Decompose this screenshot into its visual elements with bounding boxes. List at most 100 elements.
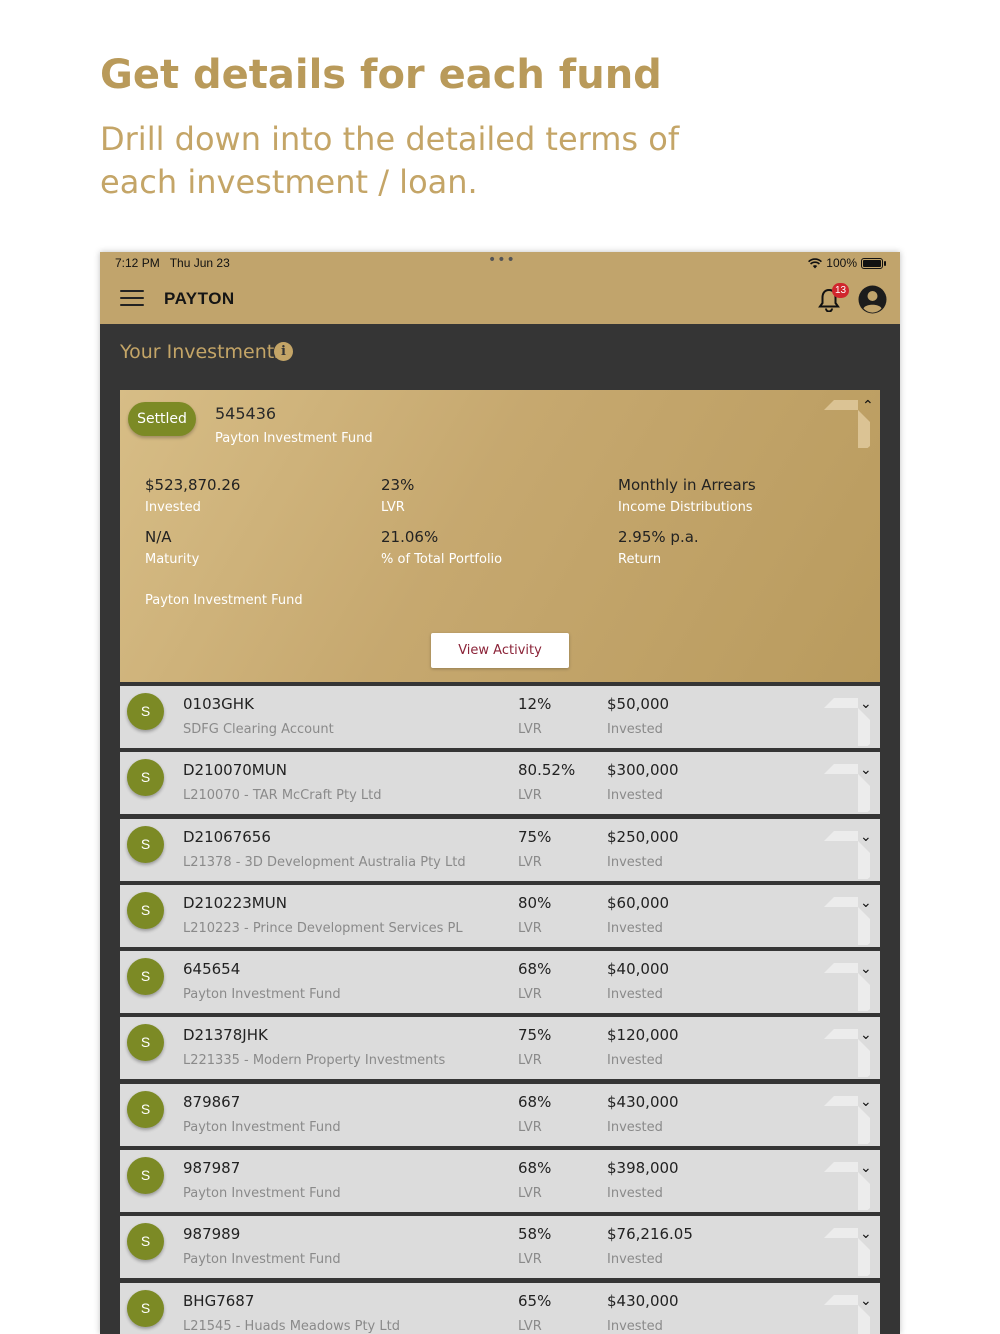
investment-row[interactable]: S D21378JHK L221335 - Modern Property Inve… (120, 1017, 880, 1080)
invested-amount: $40,000 (607, 960, 670, 979)
investment-description: SDFG Clearing Account (183, 722, 334, 737)
lvr-label: LVR (518, 722, 542, 737)
app-screen: 7:12 PM Thu Jun 23 ••• 100% PAYTON 13 Yo… (100, 252, 900, 1334)
settled-status-circle: S (127, 891, 164, 929)
chevron-down-icon[interactable]: ⌄ (860, 1293, 872, 1309)
investment-id: 0103GHK (183, 695, 254, 713)
investment-description: L210070 - TAR McCraft Pty Ltd (183, 788, 382, 804)
investment-id: 987989 (183, 1225, 241, 1244)
chevron-down-icon[interactable]: ⌄ (860, 961, 872, 977)
lvr-value: 68% (518, 1159, 552, 1178)
invested-value: $523,870.26 (145, 476, 241, 494)
investment-row[interactable]: S 879867 Payton Investment Fund 68% LVR $430,… (120, 1083, 880, 1146)
chevron-up-icon[interactable]: ⌃ (862, 398, 874, 414)
invested-label: Invested (607, 1318, 663, 1334)
investment-row[interactable]: S 987989 Payton Investment Fund 58% LVR $76,2… (120, 1216, 880, 1279)
status-date-text: Thu Jun 23 (169, 256, 230, 270)
featured-investment-id: 545436 (215, 404, 277, 423)
invested-amount: $120,000 (607, 1026, 679, 1045)
investment-description: Payton Investment Fund (183, 1252, 341, 1268)
investment-description: L210223 - Prince Development Services PL (183, 920, 463, 936)
maturity-value: N/A (145, 528, 172, 546)
battery-percent: 100% (826, 256, 857, 270)
investment-row[interactable]: S 645654 Payton Investment Fund 68% LVR $40,0… (120, 951, 880, 1014)
investment-id: D21067656 (183, 827, 271, 846)
investment-description: L21545 - Huads Meadows Pty Ltd (183, 1318, 400, 1334)
chevron-down-icon[interactable]: ⌄ (860, 829, 872, 845)
lvr-label: LVR (518, 987, 542, 1003)
portfolio-percent-value: 21.06% (381, 528, 439, 546)
invested-amount: $50,000 (607, 695, 670, 713)
chevron-down-icon[interactable]: ⌄ (860, 895, 872, 911)
invested-amount: $76,216.05 (607, 1225, 693, 1244)
investment-description: Payton Investment Fund (183, 987, 341, 1003)
settled-status-badge: Settled (128, 402, 196, 436)
settled-status-circle: S (127, 1090, 164, 1128)
lvr-label: LVR (518, 1119, 542, 1135)
settled-status-circle: S (127, 825, 164, 863)
investment-id: 879867 (183, 1092, 241, 1111)
featured-fund-footer: Payton Investment Fund (145, 593, 303, 608)
lvr-label: LVR (518, 1186, 542, 1202)
account-circle-icon[interactable] (858, 285, 887, 314)
investment-description: L221335 - Modern Property Investments (183, 1053, 446, 1069)
info-icon[interactable]: i (274, 342, 293, 361)
top-bar: 7:12 PM Thu Jun 23 ••• 100% PAYTON 13 (100, 252, 900, 324)
invested-amount: $300,000 (607, 761, 679, 780)
chevron-down-icon[interactable]: ⌄ (860, 1160, 872, 1176)
invested-label: Invested (607, 1119, 663, 1135)
chevron-down-icon[interactable]: ⌄ (860, 696, 872, 712)
investment-list: S 0103GHK SDFG Clearing Account 12% LVR $50,0… (120, 686, 880, 1334)
investment-row[interactable]: S D21067656 L21378 - 3D Development Austra… (120, 818, 880, 881)
multitasking-dots-icon[interactable]: ••• (488, 252, 516, 268)
invested-label: Invested (607, 987, 663, 1003)
investment-row[interactable]: S 0103GHK SDFG Clearing Account 12% LVR $50,0… (120, 686, 880, 748)
battery-tip (884, 260, 886, 266)
return-value: 2.95% p.a. (618, 528, 699, 546)
chevron-down-icon[interactable]: ⌄ (860, 762, 872, 778)
status-time-text: 7:12 PM (115, 256, 160, 270)
lvr-label: LVR (518, 1318, 542, 1334)
featured-investment-card[interactable]: Settled 545436 Payton Investment Fund ⌃ … (120, 390, 880, 682)
investment-row[interactable]: S D210223MUN L210223 - Prince Development … (120, 884, 880, 947)
hamburger-menu-icon[interactable] (120, 290, 144, 308)
invested-amount: $60,000 (607, 893, 670, 912)
lvr-value: 58% (518, 1225, 552, 1244)
invested-label: Invested (145, 500, 201, 515)
invested-label: Invested (607, 920, 663, 936)
lvr-label: LVR (518, 920, 542, 936)
investment-row[interactable]: S 987987 Payton Investment Fund 68% LVR $398,… (120, 1150, 880, 1213)
wifi-icon (808, 257, 823, 268)
lvr-value: 23% (381, 476, 415, 494)
settled-status-circle: S (127, 759, 164, 797)
settled-status-circle: S (127, 958, 164, 996)
lvr-value: 75% (518, 1026, 552, 1045)
promo-subtitle: Drill down into the detailed terms of ea… (100, 120, 680, 201)
settled-status-circle: S (127, 1223, 164, 1261)
chevron-down-icon[interactable]: ⌄ (860, 1027, 872, 1043)
lvr-value: 80.52% (518, 761, 576, 780)
lvr-value: 80% (518, 893, 552, 912)
battery-icon (861, 257, 883, 269)
view-activity-button[interactable]: View Activity (431, 633, 569, 668)
investment-description: Payton Investment Fund (183, 1119, 341, 1135)
settled-status-circle: S (127, 1157, 164, 1195)
investment-row[interactable]: S D210070MUN L210070 - TAR McCraft Pty Ltd… (120, 752, 880, 815)
chevron-down-icon[interactable]: ⌄ (860, 1226, 872, 1242)
investment-row[interactable]: S BHG7687 L21545 - Huads Meadows Pty Ltd 65… (120, 1282, 880, 1334)
lvr-label: LVR (381, 500, 405, 515)
invested-label: Invested (607, 1053, 663, 1069)
investment-id: D21378JHK (183, 1026, 268, 1045)
lvr-value: 12% (518, 695, 552, 713)
status-bar-time: 7:12 PM Thu Jun 23 (115, 256, 230, 270)
investment-id: BHG7687 (183, 1291, 255, 1310)
invested-label: Invested (607, 722, 663, 737)
invested-label: Invested (607, 1186, 663, 1202)
lvr-value: 68% (518, 1092, 552, 1111)
chevron-down-icon[interactable]: ⌄ (860, 1094, 872, 1110)
lvr-value: 65% (518, 1291, 552, 1310)
lvr-label: LVR (518, 788, 542, 804)
investment-description: L21378 - 3D Development Australia Pty Lt… (183, 854, 466, 870)
promo-title: Get details for each fund (100, 52, 662, 98)
settled-status-circle: S (127, 693, 164, 730)
